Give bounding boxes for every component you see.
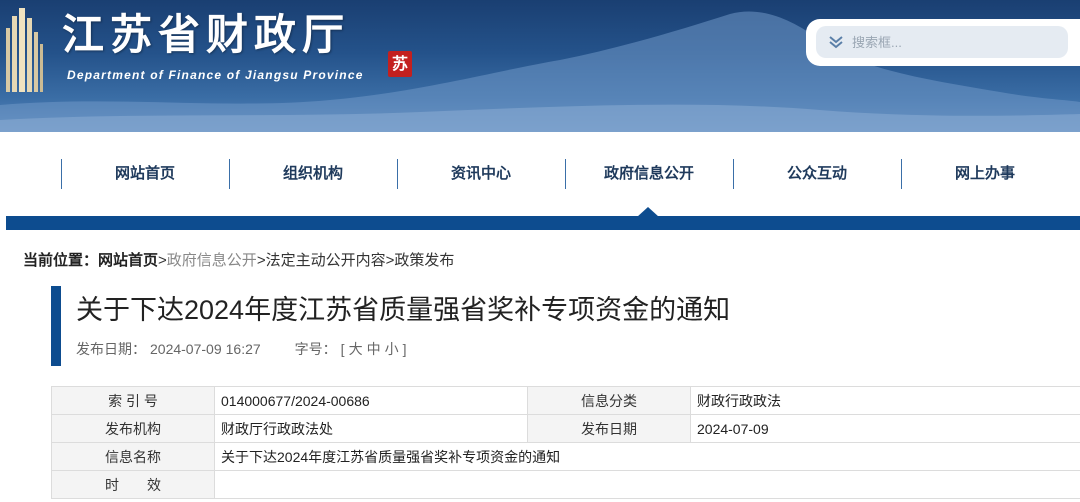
nav-item-home[interactable]: 网站首页 — [61, 160, 229, 188]
main-nav: 网站首页 组织机构 资讯中心 政府信息公开 公众互动 网上办事 — [0, 132, 1080, 216]
breadcrumb-label: 当前位置： — [23, 252, 99, 269]
index-number-key: 索 引 号 — [51, 386, 215, 415]
table-row: 时 效 — [51, 470, 1080, 499]
nav-item-gov-info[interactable]: 政府信息公开 — [565, 160, 733, 188]
nav-item-news[interactable]: 资讯中心 — [397, 160, 565, 188]
publish-date: 2024-07-09 — [150, 341, 222, 357]
breadcrumb-legal-content-link[interactable]: 法定主动公开内容 — [266, 252, 386, 269]
info-name-key: 信息名称 — [51, 442, 215, 471]
nav-item-interaction[interactable]: 公众互动 — [733, 160, 901, 188]
font-bracket-open: [ — [340, 341, 345, 357]
search-input[interactable] — [852, 26, 1062, 58]
breadcrumb-home-link[interactable]: 网站首页 — [98, 252, 158, 269]
table-row: 索 引 号 014000677/2024-00686 信息分类 财政行政政法 — [51, 386, 1080, 415]
publisher-key: 发布机构 — [51, 414, 215, 443]
breadcrumb-policy-link[interactable]: 政策发布 — [394, 252, 454, 269]
article-meta: 发布日期： 2024-07-09 16:27 字号：[大中小] — [76, 339, 410, 359]
double-chevron-down-icon[interactable] — [826, 34, 846, 50]
breadcrumb-separator: > — [158, 252, 167, 269]
seal-stamp: 苏 — [388, 51, 412, 77]
publish-date-key: 发布日期 — [527, 414, 691, 443]
table-row: 发布机构 财政厅行政政法处 发布日期 2024-07-09 — [51, 414, 1080, 443]
category-value: 财政行政政法 — [690, 386, 1080, 415]
title-accent-bar — [51, 286, 61, 366]
validity-key: 时 效 — [51, 470, 215, 499]
site-banner: 江苏省财政厅 Department of Finance of Jiangsu … — [0, 0, 1080, 132]
table-row: 信息名称 关于下达2024年度江苏省质量强省奖补专项资金的通知 — [51, 442, 1080, 471]
info-name-value: 关于下达2024年度江苏省质量强省奖补专项资金的通知 — [214, 442, 1080, 471]
site-title: 江苏省财政厅 — [62, 10, 351, 59]
validity-value — [214, 470, 1080, 499]
publish-time: 16:27 — [225, 341, 261, 357]
category-key: 信息分类 — [527, 386, 691, 415]
publish-date-value: 2024-07-09 — [690, 414, 1080, 443]
breadcrumb: 当前位置：网站首页>政府信息公开>法定主动公开内容>政策发布 — [23, 249, 454, 270]
search-area — [806, 19, 1080, 66]
font-size-label: 字号： — [294, 341, 337, 357]
nav-item-online-service[interactable]: 网上办事 — [901, 160, 1069, 188]
nav-item-organization[interactable]: 组织机构 — [229, 160, 397, 188]
site-subtitle: Department of Finance of Jiangsu Provinc… — [67, 68, 364, 82]
font-size-large-button[interactable]: 大 — [349, 341, 363, 357]
publisher-value: 财政厅行政政法处 — [214, 414, 528, 443]
article-title: 关于下达2024年度江苏省质量强省奖补专项资金的通知 — [76, 295, 731, 325]
search-box[interactable] — [816, 26, 1068, 58]
nav-underline-bar — [6, 216, 1080, 230]
breadcrumb-gov-info-link[interactable]: 政府信息公开 — [167, 252, 257, 269]
index-number-value: 014000677/2024-00686 — [214, 386, 528, 415]
font-size-medium-button[interactable]: 中 — [367, 341, 381, 357]
info-table: 索 引 号 014000677/2024-00686 信息分类 财政行政政法 发… — [51, 386, 1080, 499]
font-size-small-button[interactable]: 小 — [385, 341, 399, 357]
city-towers-icon — [6, 8, 43, 92]
publish-date-label: 发布日期： — [76, 341, 146, 357]
font-bracket-close: ] — [402, 341, 407, 357]
breadcrumb-separator: > — [256, 252, 266, 269]
